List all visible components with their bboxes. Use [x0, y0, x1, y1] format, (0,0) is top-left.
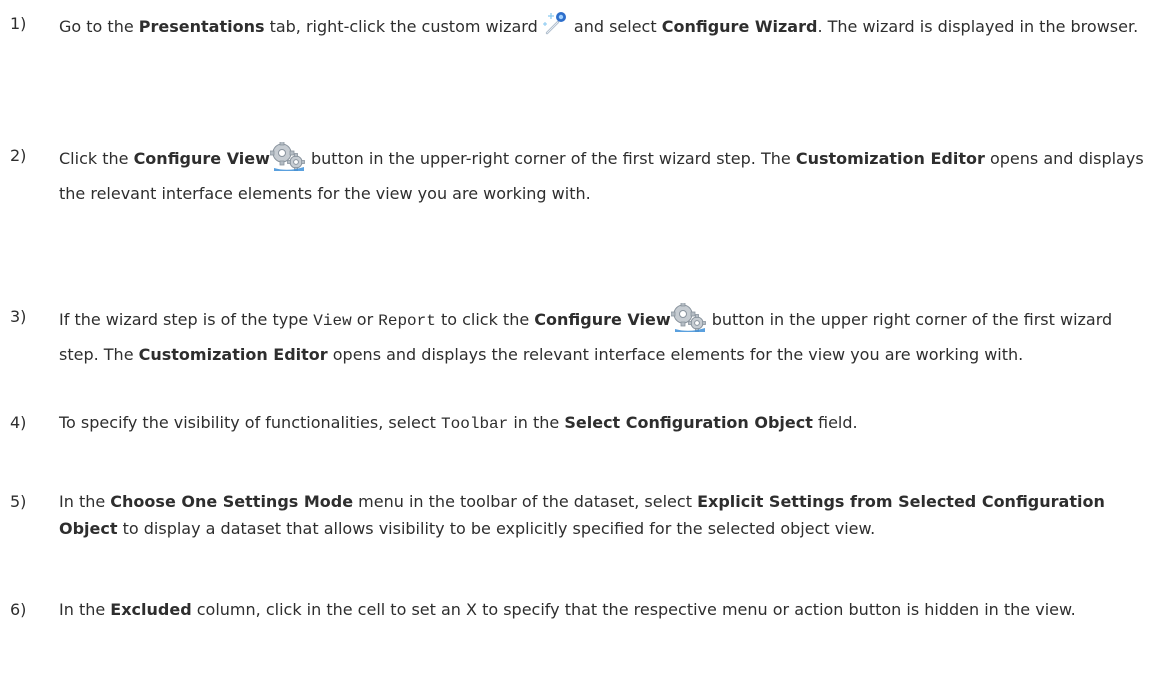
code-term-toolbar: Toolbar: [441, 415, 509, 433]
text-run: tab, right-click the custom wizard: [264, 17, 543, 36]
step-number: 5): [10, 492, 27, 511]
text-run: to display a dataset that allows visibil…: [117, 519, 876, 538]
ui-term-configure-wizard: Configure Wizard: [661, 17, 818, 36]
step-text: If the wizard step is of the type View o…: [59, 301, 1144, 368]
code-term-report: Report: [378, 312, 436, 330]
text-run: In the: [59, 600, 111, 619]
gear-icon: [670, 301, 707, 341]
text-run: To specify the visibility of functionali…: [59, 413, 442, 432]
step-number: 3): [10, 307, 27, 326]
text-run: or: [351, 310, 379, 329]
ui-term-customization-editor: Customization Editor: [795, 149, 985, 168]
wizard-wand-icon: [542, 10, 569, 44]
code-term-view: View: [313, 312, 352, 330]
step-number: 4): [10, 413, 27, 432]
ui-term-excluded: Excluded: [110, 600, 192, 619]
text-run: to click the: [435, 310, 535, 329]
gear-icon: [269, 140, 306, 180]
text-run: in the: [508, 413, 565, 432]
text-run: If the wizard step is of the type: [59, 310, 314, 329]
step-text: In the Excluded column, click in the cel…: [59, 596, 1144, 623]
step-number: 2): [10, 146, 27, 165]
text-run: menu in the toolbar of the dataset, sele…: [353, 492, 698, 511]
step-text: In the Choose One Settings Mode menu in …: [59, 488, 1144, 542]
text-run: button in the upper-right corner of the …: [305, 149, 796, 168]
ui-term-select-configuration-object: Select Configuration Object: [564, 413, 813, 432]
text-run: opens and displays the relevant interfac…: [327, 345, 1024, 364]
ui-term-configure-view: Configure View: [133, 149, 270, 168]
ui-term-customization-editor: Customization Editor: [138, 345, 328, 364]
ui-term-choose-one-settings-mode: Choose One Settings Mode: [110, 492, 354, 511]
step-text: Go to the Presentations tab, right-click…: [59, 10, 1144, 44]
step-number: 1): [10, 14, 27, 33]
ui-term-presentations: Presentations: [138, 17, 265, 36]
text-run: field.: [812, 413, 858, 432]
step-text: Click the Configure View button in the u…: [59, 140, 1144, 207]
text-run: column, click in the cell to set an X to…: [191, 600, 1076, 619]
text-run: and select: [568, 17, 662, 36]
text-run: . The wizard is displayed in the browser…: [817, 17, 1139, 36]
instruction-document: 1) Go to the Presentations tab, right-cl…: [0, 0, 1160, 674]
ui-term-configure-view: Configure View: [534, 310, 671, 329]
text-run: Click the: [59, 149, 134, 168]
text-run: Go to the: [59, 17, 139, 36]
text-run: In the: [59, 492, 111, 511]
step-number: 6): [10, 600, 27, 619]
step-text: To specify the visibility of functionali…: [59, 409, 1144, 438]
